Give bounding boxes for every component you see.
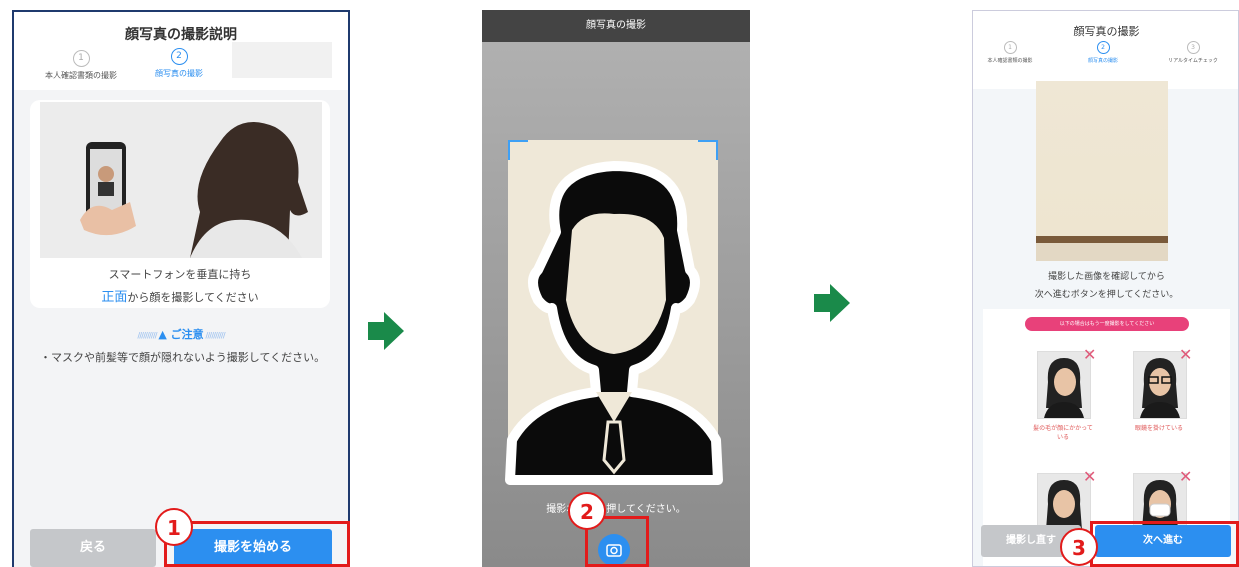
instruction-line-1: スマートフォンを垂直に持ち xyxy=(108,268,252,281)
instruction-rest: から顔を撮影してください xyxy=(127,291,259,304)
ng-banner: 以下の場合はもう一度撮影をしてください xyxy=(1025,317,1189,331)
caution-title: ▲ ご注意 xyxy=(158,328,204,341)
ng-x-icon: ✕ xyxy=(1179,467,1193,486)
camera-screen: 顔写真の撮影 撮影ボタンを押してください。 xyxy=(482,10,750,567)
callout-badge-2: 2 xyxy=(568,492,606,530)
step-number: 3 xyxy=(1186,41,1200,54)
step-number: 1 xyxy=(72,50,90,67)
screen-header: 顔写真の撮影説明 1 本人確認書類の撮影 2 顔写真の撮影 xyxy=(14,12,348,90)
ng-x-icon: ✕ xyxy=(1083,467,1097,486)
step-label: 本人確認書類の撮影 xyxy=(45,71,117,80)
ng-x-icon: ✕ xyxy=(1083,345,1097,364)
step-number: 2 xyxy=(170,48,188,65)
step-label: 顔写真の撮影 xyxy=(155,69,203,78)
camera-hint: 撮影ボタンを押してください。 xyxy=(546,504,686,515)
step-label: 本人確認書類の撮影 xyxy=(987,58,1033,64)
confirm-screen: 顔写真の撮影 1 本人確認書類の撮影 2 顔写真の撮影 3 リアルタイムチェック 撮影… xyxy=(972,10,1239,567)
captured-photo-preview xyxy=(1036,81,1168,261)
highlight-box-3 xyxy=(1090,521,1239,567)
callout-badge-3: 3 xyxy=(1060,528,1098,566)
instruction-card: スマートフォンを垂直に持ち 正面から顔を撮影してください xyxy=(30,100,330,308)
caution-text: ・マスクや前髪等で顔が隠れないよう撮影してください。 xyxy=(40,351,326,364)
step-2-active: 2 顔写真の撮影 xyxy=(1073,41,1133,64)
redacted-step xyxy=(232,42,332,78)
step-number: 1 xyxy=(1003,41,1017,54)
confirm-line-1: 撮影した画像を確認してから xyxy=(1048,272,1165,282)
ng-x-icon: ✕ xyxy=(1179,345,1193,364)
instruction-screen: 顔写真の撮影説明 1 本人確認書類の撮影 2 顔写真の撮影 スマートフォンを垂直… xyxy=(12,10,350,567)
callout-badge-1: 1 xyxy=(155,508,193,546)
instruction-line-2: 正面から顔を撮影してください xyxy=(30,286,330,305)
confirm-line-2: 次へ進むボタンを押してください。 xyxy=(1034,290,1179,300)
next-arrow-icon xyxy=(368,312,404,350)
instruction-highlight: 正面 xyxy=(101,290,128,305)
ng-sample-caption: 眼鏡を掛けている xyxy=(1134,425,1183,432)
person-silhouette-icon xyxy=(505,161,723,485)
step-1: 1 本人確認書類の撮影 xyxy=(36,50,126,81)
step-3: 3 リアルタイムチェック xyxy=(1153,41,1233,64)
step-2-active: 2 顔写真の撮影 xyxy=(139,48,219,79)
step-1: 1 本人確認書類の撮影 xyxy=(975,41,1045,64)
page-title: 顔写真の撮影説明 xyxy=(125,27,237,43)
instruction-illustration xyxy=(40,102,322,258)
page-title: 顔写真の撮影 xyxy=(1073,25,1140,38)
step-number: 2 xyxy=(1096,41,1110,54)
step-label: 顔写真の撮影 xyxy=(1087,58,1118,64)
ng-sample-caption: 髪の毛が顔にかかっている xyxy=(1033,425,1093,441)
back-button[interactable]: 戻る xyxy=(30,529,156,567)
next-arrow-icon xyxy=(814,284,850,322)
camera-title: 顔写真の撮影 xyxy=(482,10,750,42)
screen-header: 顔写真の撮影 1 本人確認書類の撮影 2 顔写真の撮影 3 リアルタイムチェック xyxy=(973,11,1238,89)
caution-heading: ////////// ▲ ご注意 ////////// xyxy=(137,328,225,341)
step-label: リアルタイムチェック xyxy=(1168,58,1218,64)
